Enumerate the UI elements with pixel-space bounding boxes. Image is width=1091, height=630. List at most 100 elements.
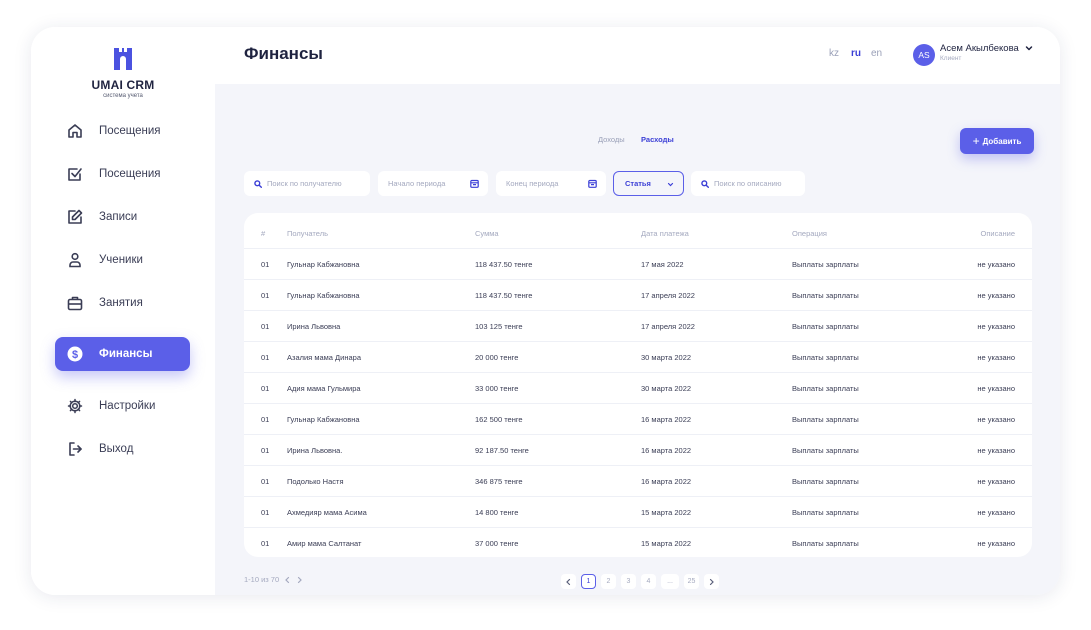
row-date: 16 марта 2022 [641, 446, 692, 455]
table-row[interactable]: 01 Гульнар Кабжановна 118 437.50 тенге 17 м… [244, 249, 1032, 280]
dollar-icon: $ [66, 345, 84, 363]
plus-icon: + [972, 134, 980, 148]
recipient-search-input[interactable]: Поиск по получателю [244, 171, 370, 196]
chevron-right-icon[interactable] [296, 576, 303, 584]
table-row[interactable]: 01 Азалия мама Динара 20 000 тенге 30 марта… [244, 342, 1032, 373]
table-row[interactable]: 01 Гульнар Кабжановна 118 437.50 тенге 17 а… [244, 280, 1032, 311]
recipient-search-placeholder: Поиск по получателю [267, 179, 342, 188]
next-page-button[interactable] [704, 574, 719, 589]
category-select[interactable]: Статья [613, 171, 684, 196]
tab-expenses[interactable]: Расходы [641, 135, 674, 144]
column-header-amount[interactable]: Сумма [475, 218, 499, 249]
page-button[interactable]: 25 [684, 574, 699, 589]
row-number: 01 [261, 322, 270, 331]
user-name[interactable]: Асем Акылбекова [940, 43, 1019, 54]
row-recipient: Ахмедияр мама Асима [287, 508, 367, 517]
briefcase-icon [66, 294, 84, 312]
add-button[interactable]: + Добавить [960, 128, 1034, 154]
row-amount: 33 000 тенге [475, 384, 519, 393]
period-start-field[interactable]: Начало периода [378, 171, 488, 196]
row-operation: Выплаты зарплаты [792, 384, 859, 393]
page-button[interactable]: 2 [601, 574, 616, 589]
page-title: Финансы [244, 44, 323, 63]
table-row[interactable]: 01 Гульнар Кабжановна 162 500 тенге 16 март… [244, 404, 1032, 435]
row-operation: Выплаты зарплаты [792, 322, 859, 331]
row-recipient: Гульнар Кабжановна [287, 260, 360, 269]
page-button[interactable]: 4 [641, 574, 656, 589]
sidebar-item-logout[interactable]: Выход [55, 432, 190, 466]
row-description: не указано [977, 322, 1015, 331]
row-number: 01 [261, 477, 270, 486]
row-description: не указано [977, 539, 1015, 548]
calendar-icon [470, 179, 479, 188]
page-button[interactable]: 3 [621, 574, 636, 589]
logout-icon [66, 440, 84, 458]
chevron-down-icon [667, 182, 674, 187]
sidebar-item-visits[interactable]: Посещения [55, 114, 190, 148]
row-number: 01 [261, 539, 270, 548]
chevron-left-icon [566, 578, 571, 585]
row-amount: 118 437.50 тенге [475, 291, 533, 300]
sidebar-item-records[interactable]: Записи [55, 200, 190, 234]
sidebar-item-label: Посещения [99, 125, 161, 137]
row-operation: Выплаты зарплаты [792, 353, 859, 362]
table-row[interactable]: 01 Подолько Настя 346 875 тенге 16 марта 20… [244, 466, 1032, 497]
logo-icon [114, 48, 132, 70]
row-recipient: Гульнар Кабжановна [287, 415, 360, 424]
table-row[interactable]: 01 Ахмедияр мама Асима 14 800 тенге 15 март… [244, 497, 1032, 528]
language-en[interactable]: en [871, 48, 882, 59]
chevron-right-icon [709, 578, 714, 585]
edit-icon [66, 208, 84, 226]
column-header-description[interactable]: Описание [980, 218, 1015, 249]
sidebar-item-students[interactable]: Ученики [55, 243, 190, 277]
table-row[interactable]: 01 Ирина Львовна. 92 187.50 тенге 16 марта … [244, 435, 1032, 466]
row-description: не указано [977, 446, 1015, 455]
period-end-field[interactable]: Конец периода [496, 171, 606, 196]
row-operation: Выплаты зарплаты [792, 415, 859, 424]
row-description: не указано [977, 384, 1015, 393]
sidebar-item-visits-2[interactable]: Посещения [55, 157, 190, 191]
row-recipient: Гульнар Кабжановна [287, 291, 360, 300]
row-amount: 14 800 тенге [475, 508, 519, 517]
row-operation: Выплаты зарплаты [792, 291, 859, 300]
search-icon [254, 179, 262, 188]
row-amount: 346 875 тенге [475, 477, 523, 486]
table-row[interactable]: 01 Ирина Львовна 103 125 тенге 17 апреля 20… [244, 311, 1032, 342]
row-number: 01 [261, 384, 270, 393]
previous-page-button[interactable] [561, 574, 576, 589]
language-ru[interactable]: ru [851, 48, 861, 59]
row-amount: 20 000 тенге [475, 353, 519, 362]
sidebar-item-finance[interactable]: $ Финансы [55, 337, 190, 371]
row-number: 01 [261, 260, 270, 269]
page-ellipsis: ... [661, 574, 679, 589]
row-amount: 103 125 тенге [475, 322, 523, 331]
chevron-left-icon[interactable] [284, 576, 291, 584]
svg-text:$: $ [72, 349, 78, 361]
column-header-operation[interactable]: Операция [792, 218, 827, 249]
row-description: не указано [977, 260, 1015, 269]
row-operation: Выплаты зарплаты [792, 477, 859, 486]
table-row[interactable]: 01 Амир мама Салтанат 37 000 тенге 15 марта… [244, 528, 1032, 559]
language-kz[interactable]: kz [829, 48, 839, 59]
gear-icon [66, 397, 84, 415]
search-icon [701, 179, 709, 188]
row-date: 16 марта 2022 [641, 415, 692, 424]
sidebar-item-label: Занятия [99, 297, 143, 309]
sidebar-item-settings[interactable]: Настройки [55, 389, 190, 423]
table-row[interactable]: 01 Адия мама Гульмира 33 000 тенге 30 марта… [244, 373, 1032, 404]
tab-income[interactable]: Доходы [598, 135, 625, 144]
row-description: не указано [977, 415, 1015, 424]
header: Финансы kz ru en AS Асем Акылбекова Клие… [215, 27, 1060, 84]
period-end-placeholder: Конец периода [506, 179, 559, 188]
sidebar-item-lessons[interactable]: Занятия [55, 286, 190, 320]
avatar[interactable]: AS [913, 44, 935, 66]
checkbox-icon [66, 165, 84, 183]
description-search-input[interactable]: Поиск по описанию [691, 171, 805, 196]
column-header-number[interactable]: # [261, 218, 265, 249]
chevron-down-icon[interactable] [1025, 44, 1033, 52]
page-button[interactable]: 1 [581, 574, 596, 589]
pagination: 1 2 3 4 ... 25 [561, 574, 724, 589]
column-header-recipient[interactable]: Получатель [287, 218, 328, 249]
column-header-date[interactable]: Дата платежа [641, 218, 689, 249]
logo[interactable]: UMAI CRM система учета [31, 47, 215, 100]
